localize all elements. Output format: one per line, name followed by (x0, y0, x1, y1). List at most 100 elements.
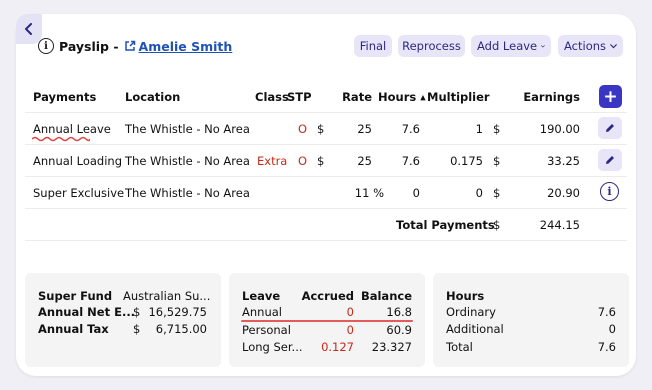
balance-col-label: Balance (360, 289, 412, 303)
col-earnings: Earnings (523, 90, 580, 104)
sort-up-icon: ▲ (420, 93, 426, 102)
hours-name: Total (446, 340, 473, 354)
stp-status: O (298, 122, 308, 136)
col-rate: Rate (342, 90, 372, 104)
location: The Whistle - No Area (125, 154, 250, 168)
plus-icon: + (603, 86, 618, 107)
total-currency: $ (493, 218, 501, 232)
rate-currency: $ (317, 154, 325, 168)
earnings: 33.25 (547, 154, 580, 168)
col-payments: Payments (33, 90, 97, 104)
leave-balance: 60.9 (386, 323, 412, 337)
earnings-currency: $ (493, 186, 501, 200)
leave-panel: Leave Accrued Balance Annual 0 16.8 Pers… (229, 273, 425, 367)
rate-currency: $ (317, 122, 325, 136)
edit-row-button[interactable] (598, 149, 622, 171)
leave-name: Personal (242, 323, 291, 337)
hours-value: 7.6 (597, 305, 616, 319)
leave-accrued: 0 (346, 305, 354, 319)
annual-tax-value: 6,715.00 (155, 322, 207, 336)
hours: 7.6 (401, 122, 420, 136)
leave-col-label: Leave (242, 289, 281, 303)
pencil-icon (606, 124, 614, 132)
col-hours[interactable]: Hours ▲ (378, 90, 426, 104)
location: The Whistle - No Area (125, 186, 250, 200)
chevron-down-icon (610, 43, 617, 48)
col-hours-label: Hours (378, 90, 417, 104)
spellcheck-underline (32, 136, 90, 142)
external-link-icon (124, 40, 135, 51)
add-payment-button[interactable]: + (599, 85, 622, 108)
employee-name: Amelie Smith (138, 38, 233, 54)
pencil-icon (606, 156, 614, 164)
stp-status: O (298, 154, 308, 168)
rate: 11 % (354, 186, 384, 200)
divider (25, 176, 627, 177)
annual-net-currency: $ (133, 305, 141, 319)
leave-accrued: 0.127 (321, 340, 354, 354)
info-icon[interactable]: i (38, 38, 54, 54)
hours-title: Hours (446, 289, 485, 303)
hours-value: 0 (608, 322, 616, 336)
annual-net-label: Annual Net E... (38, 305, 136, 319)
reprocess-button[interactable]: Reprocess (398, 35, 465, 57)
add-leave-label: Add Leave (477, 39, 538, 53)
edit-row-button[interactable] (598, 117, 622, 139)
employee-link[interactable]: Amelie Smith (124, 38, 233, 54)
total-label: Total Payments (396, 218, 495, 232)
leave-accrued: 0 (346, 323, 354, 337)
hours-name: Ordinary (446, 305, 496, 319)
multiplier: 0.175 (450, 154, 483, 168)
col-multiplier: Multiplier (427, 90, 490, 104)
divider (25, 240, 627, 241)
annual-net-value: 16,529.75 (148, 305, 207, 319)
payment-name: Super Exclusive (33, 186, 125, 200)
super-fund-value: Australian Su... (123, 289, 211, 303)
rate: 25 (357, 154, 372, 168)
hours-value: 7.6 (597, 340, 616, 354)
divider (25, 208, 627, 209)
chevron-left-icon (25, 23, 32, 35)
payment-name: Annual Leave (33, 122, 111, 136)
leave-name: Long Ser... (242, 340, 303, 354)
leave-balance: 16.8 (386, 305, 412, 319)
hours: 0 (412, 186, 420, 200)
super-panel: Super Fund Australian Su... Annual Net E… (25, 273, 221, 367)
total-value: 244.15 (539, 218, 580, 232)
payslip-title: Payslip - (59, 38, 119, 54)
earnings-currency: $ (493, 122, 501, 136)
col-location: Location (125, 90, 181, 104)
super-fund-label: Super Fund (38, 289, 113, 303)
annual-tax-label: Annual Tax (38, 322, 109, 336)
earnings: 190.00 (539, 122, 580, 136)
divider (25, 112, 627, 113)
final-button-label: Final (359, 39, 387, 53)
leave-balance: 23.327 (371, 340, 412, 354)
col-class: Class (255, 90, 289, 104)
multiplier: 0 (475, 186, 483, 200)
divider (25, 144, 627, 145)
highlight-underline (241, 320, 413, 322)
hours-panel: Hours Ordinary 7.6 Additional 0 Total 7.… (433, 273, 629, 367)
rate: 25 (357, 122, 372, 136)
final-button[interactable]: Final (354, 35, 392, 57)
payment-name: Annual Loading (33, 154, 123, 168)
actions-button[interactable]: Actions (558, 35, 623, 57)
col-stp: STP (287, 90, 312, 104)
info-icon[interactable]: i (600, 182, 619, 201)
page-title: i Payslip - Amelie Smith (38, 37, 232, 55)
hours-name: Additional (446, 322, 504, 336)
add-leave-button[interactable]: Add Leave (471, 35, 551, 57)
accrued-col-label: Accrued (301, 289, 354, 303)
earnings-currency: $ (493, 154, 501, 168)
actions-label: Actions (564, 39, 607, 53)
hours: 7.6 (401, 154, 420, 168)
chevron-down-icon (541, 44, 545, 48)
location: The Whistle - No Area (125, 122, 250, 136)
multiplier: 1 (475, 122, 483, 136)
class-value: Extra (257, 154, 288, 168)
reprocess-button-label: Reprocess (402, 39, 461, 53)
earnings: 20.90 (547, 186, 580, 200)
leave-name: Annual (242, 305, 282, 319)
annual-tax-currency: $ (133, 322, 141, 336)
